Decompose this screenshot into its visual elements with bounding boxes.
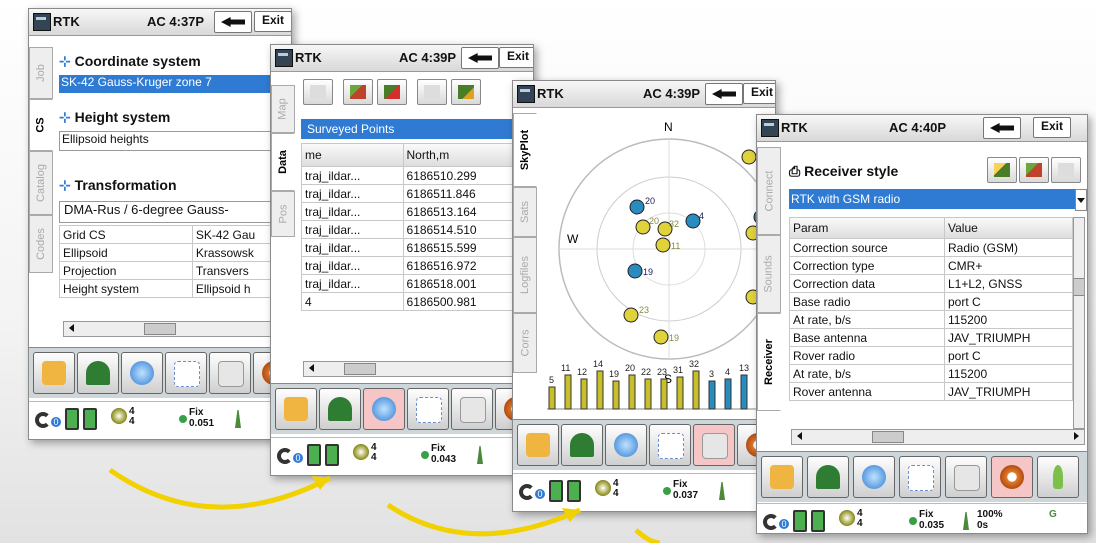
flow-arrow — [634, 528, 661, 543]
flow-arrows — [108, 467, 661, 543]
flow-arrow — [108, 467, 332, 510]
flow-arrow — [386, 502, 582, 537]
